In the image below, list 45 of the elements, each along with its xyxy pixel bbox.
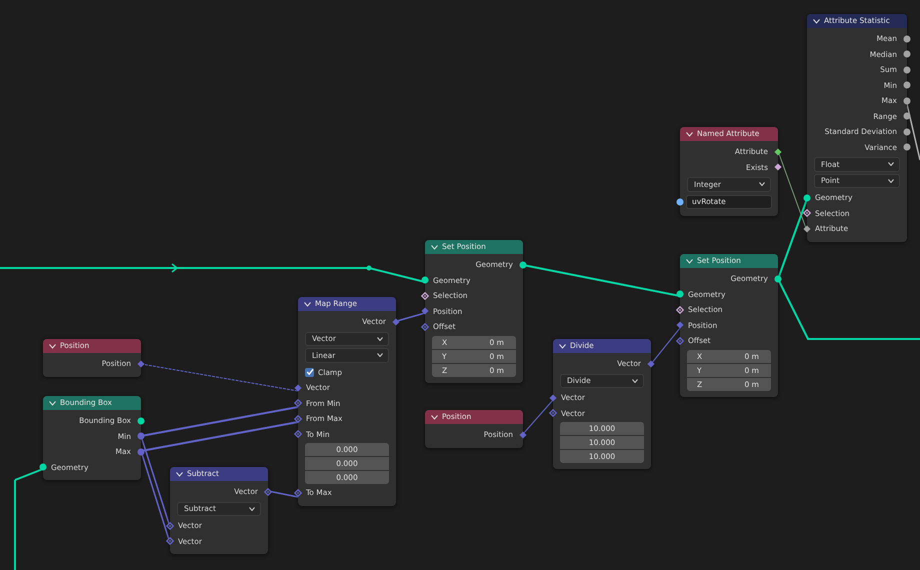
caret-icon (632, 378, 638, 383)
socket-icon[interactable] (519, 260, 527, 269)
chevron-icon (172, 263, 178, 273)
socket-icon[interactable] (903, 34, 911, 43)
link-line (522, 400, 554, 434)
caret-icon (249, 506, 255, 511)
collapse-icon[interactable] (176, 472, 183, 476)
checkbox[interactable] (305, 368, 314, 377)
collapse-icon[interactable] (49, 400, 56, 406)
socket-icon[interactable] (676, 306, 684, 314)
socket-icon[interactable] (774, 274, 782, 283)
collapse-icon[interactable] (559, 344, 566, 348)
socket-icon[interactable] (803, 194, 811, 202)
socket-icon[interactable] (676, 198, 684, 206)
socket-icon[interactable] (676, 290, 684, 298)
socket-icon[interactable] (137, 416, 145, 425)
socket-icon[interactable] (39, 463, 47, 472)
reroute-dot[interactable] (366, 266, 372, 270)
caret-icon (377, 353, 383, 358)
caret-icon (759, 182, 765, 186)
socket-icon[interactable] (903, 143, 911, 152)
socket-icon[interactable] (903, 96, 911, 105)
collapse-icon[interactable] (49, 344, 56, 348)
socket-icon[interactable] (903, 112, 911, 120)
caret-icon (888, 178, 894, 183)
caret-icon (888, 162, 894, 166)
caret-icon (377, 336, 383, 341)
link-line (650, 328, 680, 364)
socket-icon[interactable] (903, 66, 911, 74)
collapse-icon[interactable] (431, 244, 438, 250)
collapse-icon[interactable] (686, 258, 693, 264)
collapse-icon[interactable] (686, 132, 693, 136)
socket-icon[interactable] (803, 209, 811, 218)
socket-icon[interactable] (903, 128, 911, 136)
collapse-icon[interactable] (813, 18, 820, 24)
socket-icon[interactable] (903, 50, 911, 58)
socket-icon[interactable] (421, 276, 429, 284)
collapse-icon[interactable] (431, 414, 438, 420)
socket-icon[interactable] (421, 292, 429, 300)
collapse-icon[interactable] (304, 302, 311, 306)
link-line (396, 312, 426, 322)
socket-icon[interactable] (774, 163, 782, 172)
socket-icon[interactable] (903, 81, 911, 90)
socket-icon[interactable] (774, 148, 782, 156)
socket-icon[interactable] (803, 224, 811, 233)
